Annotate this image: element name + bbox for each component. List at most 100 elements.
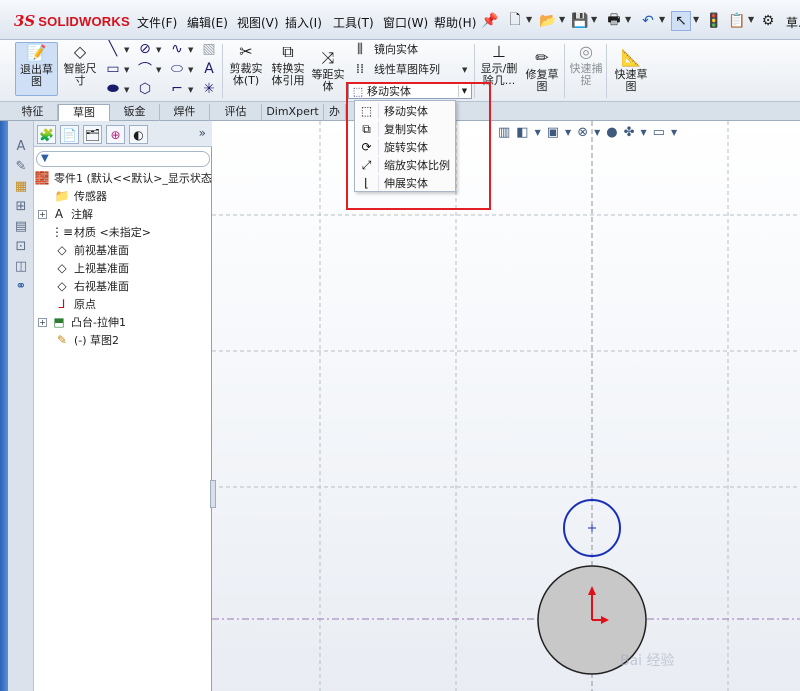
note-tool-icon[interactable]: ✎ — [12, 157, 30, 175]
extrude-icon: ⬒ — [53, 315, 65, 329]
repair-sketch-button[interactable]: ✏ 修复草图 — [522, 48, 562, 96]
tab-dimxpert[interactable]: DimXpert — [262, 104, 324, 121]
chevron-down-icon[interactable]: ▼ — [659, 15, 665, 24]
expand-icon[interactable]: + — [38, 209, 47, 219]
slot-icon[interactable]: ⬬ — [104, 80, 122, 98]
chevron-down-icon[interactable]: ▼ — [124, 86, 129, 94]
tree-root-part[interactable]: 🧱 零件1 (默认<<默认>_显示状态 — [34, 169, 212, 187]
link-tool-icon[interactable]: ⚭ — [12, 277, 30, 295]
table-tool-icon[interactable]: ▤ — [12, 217, 30, 235]
smart-dimension-label: 智能尺寸 — [63, 62, 97, 87]
chevron-down-icon[interactable]: ▼ — [188, 66, 193, 74]
trim-entities-button[interactable]: ✂ 剪裁实体(T) — [226, 42, 266, 96]
feature-tree-filter[interactable]: ▼ — [36, 151, 210, 167]
file-properties-icon[interactable]: 📋 — [727, 11, 747, 31]
tree-item[interactable]: + ⬒ 凸台-拉伸1 — [38, 313, 126, 331]
chevron-down-icon[interactable]: ▼ — [625, 15, 631, 24]
ellipse-icon[interactable]: ⬭ — [168, 60, 186, 78]
annotation-tool-icon[interactable]: A — [12, 137, 30, 155]
configuration-manager-tab-icon[interactable]: 🗂 — [83, 125, 102, 144]
chevron-down-icon[interactable]: ▼ — [156, 46, 161, 54]
mirror-entities-button[interactable]: ⫼ 镜向实体 — [352, 41, 418, 57]
new-document-icon[interactable]: 🗋 — [505, 11, 525, 31]
circle-icon[interactable]: ⊘ — [136, 40, 154, 58]
chevron-down-icon[interactable]: ▼ — [693, 15, 699, 24]
chevron-down-icon[interactable]: ▼ — [559, 15, 565, 24]
smart-dimension-button[interactable]: ◇ 智能尺寸 — [60, 42, 100, 96]
offset-entities-button[interactable]: ⤨ 等距实体 — [310, 48, 346, 96]
chevron-right-icon[interactable]: » — [199, 126, 206, 140]
menu-file[interactable]: 文件(F) — [134, 14, 180, 31]
rebuild-icon[interactable]: 🚦 — [704, 11, 724, 31]
chevron-down-icon[interactable]: ▼ — [526, 15, 532, 24]
tab-evaluate[interactable]: 评估 — [210, 104, 262, 121]
fillet-icon[interactable]: ⌐ — [168, 80, 186, 98]
sketch-picture-icon[interactable]: ▧ — [200, 40, 218, 58]
hole-tool-icon[interactable]: ⊡ — [12, 237, 30, 255]
options-icon[interactable]: ⚙ — [758, 11, 778, 31]
point-icon[interactable]: ✳ — [200, 80, 218, 98]
tab-sketch[interactable]: 草图 — [58, 104, 110, 121]
polygon-icon[interactable]: ⬡ — [136, 80, 154, 98]
dimension-tool-icon[interactable]: ⊞ — [12, 197, 30, 215]
print-icon[interactable]: 🖶 — [604, 11, 624, 31]
solidworks-window: 3S SOLIDWORKS 文件(F) 编辑(E) 视图(V) 插入(I) 工具… — [0, 0, 800, 691]
quick-snaps-button[interactable]: ◎ 快速捕捉 — [566, 42, 606, 96]
expand-icon[interactable]: + — [38, 317, 47, 327]
property-manager-tab-icon[interactable]: 📄 — [60, 125, 79, 144]
tab-sheet-metal[interactable]: 钣金 — [110, 104, 160, 121]
menu-insert[interactable]: 插入(I) — [282, 14, 325, 31]
feature-tree-tab-icon[interactable]: 🧩 — [37, 125, 56, 144]
window-edge — [0, 40, 8, 691]
menu-edit[interactable]: 编辑(E) — [184, 14, 231, 31]
dimxpert-manager-tab-icon[interactable]: ⊕ — [106, 125, 125, 144]
display-manager-tab-icon[interactable]: ◐ — [129, 125, 148, 144]
open-folder-icon[interactable]: 📂 — [538, 11, 558, 31]
chevron-down-icon[interactable]: ▼ — [188, 86, 193, 94]
solidworks-logo[interactable]: 3S SOLIDWORKS — [14, 11, 130, 31]
chevron-down-icon[interactable]: ▼ — [124, 46, 129, 54]
rectangle-icon[interactable]: ▭ — [104, 60, 122, 78]
chevron-down-icon[interactable]: ▼ — [591, 15, 597, 24]
graphics-area[interactable]: ▥ ◧ ▼ ▣ ▼ ⊗ ▼ ● ✤ ▼ ▭ ▼ — [212, 121, 800, 691]
menu-tools[interactable]: 工具(T) — [330, 14, 377, 31]
convert-entities-button[interactable]: ⧉ 转换实体引用 — [268, 42, 308, 96]
panel-splitter-handle[interactable] — [210, 480, 216, 508]
menu-help[interactable]: 帮助(H) — [431, 14, 479, 31]
select-arrow-icon[interactable]: ↖ — [671, 11, 691, 31]
tree-item[interactable]: + A 注解 — [38, 205, 93, 223]
menu-view[interactable]: 视图(V) — [234, 14, 282, 31]
line-icon[interactable]: ╲ — [104, 40, 122, 58]
feature-manager-panel: 🧩 📄 🗂 ⊕ ◐ » ▼ 🧱 零件1 (默认<<默认>_显示状态 📁 传感器 … — [34, 121, 212, 691]
tree-item[interactable]: ⅃ 原点 — [54, 295, 96, 313]
chevron-down-icon[interactable]: ▼ — [462, 66, 467, 74]
hidden-tool-icon[interactable]: ◫ — [12, 257, 30, 275]
tree-item[interactable]: ✎ (-) 草图2 — [54, 331, 119, 349]
chevron-down-icon[interactable]: ▼ — [748, 15, 754, 24]
tab-features[interactable]: 特征 — [8, 104, 58, 121]
linear-pattern-button[interactable]: ⁞⁞ 线性草图阵列 — [352, 61, 440, 77]
left-task-strip: A ✎ ▦ ⊞ ▤ ⊡ ◫ ⚭ — [8, 121, 34, 691]
chevron-down-icon[interactable]: ▼ — [188, 46, 193, 54]
tree-item[interactable]: ◇ 前视基准面 — [54, 241, 129, 259]
text-icon[interactable]: A — [200, 60, 218, 78]
offset-entities-icon: ⤨ — [321, 48, 335, 67]
arc-icon[interactable]: ⌒ — [136, 60, 154, 78]
pin-icon[interactable]: 📌 — [480, 11, 500, 31]
chevron-down-icon[interactable]: ▼ — [156, 66, 161, 74]
tab-office[interactable]: 办公 — [324, 104, 346, 134]
tree-item[interactable]: ◇ 右视基准面 — [54, 277, 129, 295]
save-icon[interactable]: 💾 — [570, 11, 590, 31]
menu-window[interactable]: 窗口(W) — [380, 14, 431, 31]
tree-item[interactable]: ⋮≡ 材质 <未指定> — [51, 223, 151, 241]
spline-icon[interactable]: ∿ — [168, 40, 186, 58]
tab-weldments[interactable]: 焊件 — [160, 104, 210, 121]
palette-icon[interactable]: ▦ — [12, 177, 30, 195]
rapid-sketch-button[interactable]: 📐 快速草图 — [610, 48, 652, 96]
undo-icon[interactable]: ↶ — [638, 11, 658, 31]
ribbon-separator — [606, 44, 607, 98]
tree-item[interactable]: 📁 传感器 — [54, 187, 107, 205]
chevron-down-icon[interactable]: ▼ — [124, 66, 129, 74]
tree-item[interactable]: ◇ 上视基准面 — [54, 259, 129, 277]
exit-sketch-button[interactable]: 📝 退出草图 — [15, 42, 58, 96]
